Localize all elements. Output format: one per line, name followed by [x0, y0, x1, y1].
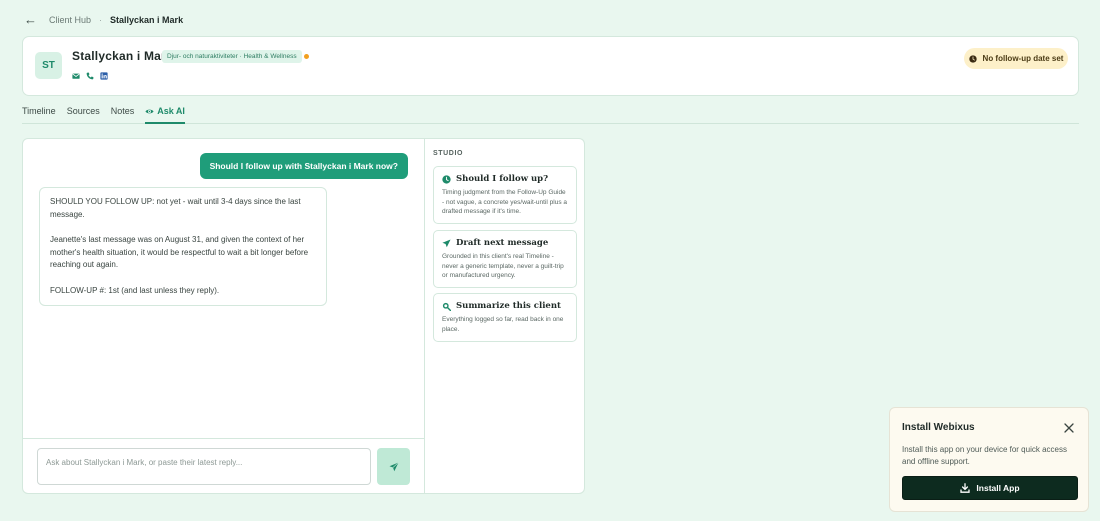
studio-card-desc: Everything logged so far, read back in o… — [442, 316, 564, 333]
studio-sidebar: STUDIO Should I follow up? Timing judgme… — [424, 139, 584, 493]
breadcrumb-current: Stallyckan i Mark — [110, 14, 184, 25]
ai-paragraph: FOLLOW-UP #: 1st (and last unless they r… — [50, 285, 220, 295]
followup-label: No follow-up date set — [982, 54, 1064, 63]
breadcrumb: ← Client Hub · Stallyckan i Mark — [24, 13, 183, 26]
install-desc: Install this app on your device for quic… — [902, 445, 1067, 466]
tab-notes[interactable]: Notes — [111, 100, 135, 124]
clock-icon — [968, 54, 977, 63]
client-name: Stallyckan i Mark — [72, 49, 173, 63]
breadcrumb-separator: · — [99, 14, 103, 25]
category-badge: Djur- och naturaktiviteter · Health & We… — [162, 50, 302, 63]
back-arrow-icon[interactable]: ← — [24, 13, 37, 26]
tab-ask-ai[interactable]: Ask AI — [145, 100, 185, 124]
studio-card-desc: Timing judgment from the Follow-Up Guide… — [442, 189, 568, 215]
clock-icon — [442, 174, 451, 184]
close-button[interactable] — [1062, 421, 1076, 435]
avatar: ST — [35, 52, 62, 79]
studio-label: STUDIO — [433, 150, 464, 157]
studio-card-title: Summarize this client — [456, 301, 561, 311]
tab-timeline[interactable]: Timeline — [22, 100, 56, 124]
studio-card-title: Draft next message — [456, 238, 549, 248]
send-button[interactable] — [377, 448, 410, 485]
composer — [23, 438, 424, 493]
phone-icon[interactable] — [86, 72, 94, 80]
studio-card-summarize[interactable]: Summarize this client Everything logged … — [433, 293, 577, 342]
studio-card-desc: Grounded in this client's real Timeline … — [442, 253, 564, 279]
tab-sources[interactable]: Sources — [67, 100, 100, 124]
install-button-label: Install App — [976, 483, 1020, 493]
eye-icon — [145, 109, 154, 114]
mail-icon[interactable] — [72, 72, 80, 80]
download-icon — [960, 483, 971, 493]
studio-card-title: Should I follow up? — [456, 174, 549, 184]
followup-badge[interactable]: No follow-up date set — [964, 48, 1068, 69]
install-popup: Install Webixus Install this app on your… — [889, 407, 1089, 512]
studio-card-follow-up[interactable]: Should I follow up? Timing judgment from… — [433, 166, 577, 224]
close-icon — [1064, 423, 1074, 433]
linkedin-icon[interactable] — [100, 72, 108, 80]
install-app-button[interactable]: Install App — [902, 476, 1078, 500]
breadcrumb-parent[interactable]: Client Hub — [49, 15, 91, 25]
chat-area: Should I follow up with Stallyckan i Mar… — [23, 139, 424, 439]
ai-response: SHOULD YOU FOLLOW UP: not yet - wait unt… — [39, 187, 327, 306]
user-message: Should I follow up with Stallyckan i Mar… — [199, 153, 408, 179]
search-icon — [442, 302, 451, 311]
tab-bar: Timeline Sources Notes Ask AI — [22, 100, 1079, 124]
send-icon — [389, 461, 399, 471]
contact-icons — [72, 72, 108, 80]
studio-card-draft-message[interactable]: Draft next message Grounded in this clie… — [433, 230, 577, 288]
send-icon — [442, 238, 451, 247]
ai-paragraph: Jeanette's last message was on August 31… — [50, 235, 309, 269]
ask-ai-panel: Should I follow up with Stallyckan i Mar… — [22, 138, 585, 494]
status-dot — [304, 53, 309, 59]
chat-input[interactable] — [37, 448, 371, 485]
client-header-card: ST Stallyckan i Mark Djur- och naturakti… — [22, 36, 1079, 96]
ai-paragraph: SHOULD YOU FOLLOW UP: not yet - wait unt… — [50, 197, 301, 219]
tab-ask-ai-label: Ask AI — [157, 106, 185, 116]
install-title: Install Webixus — [902, 422, 975, 433]
